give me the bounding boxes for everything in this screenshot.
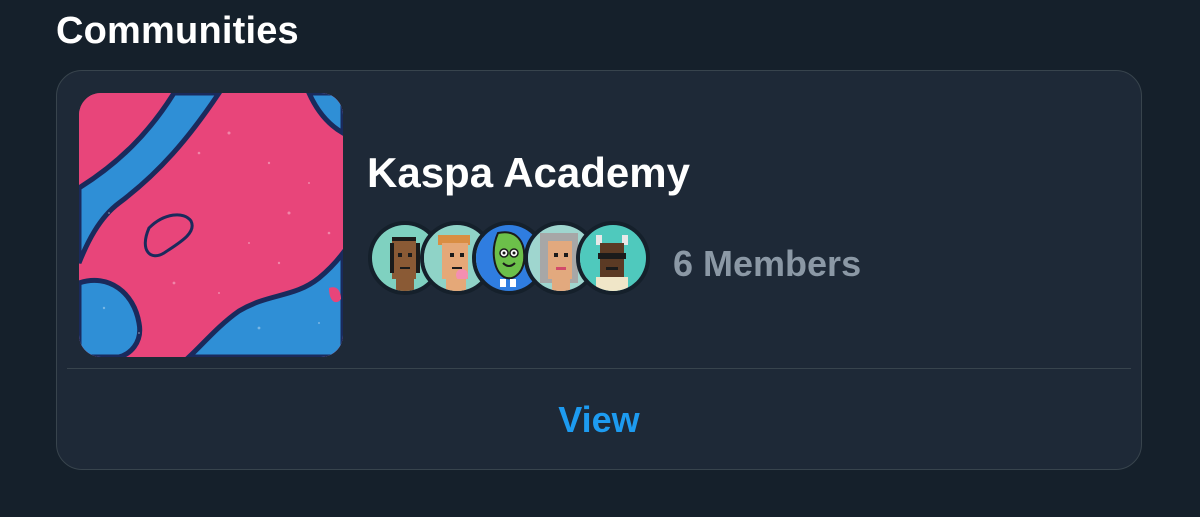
community-name[interactable]: Kaspa Academy bbox=[367, 149, 690, 197]
view-button-label: View bbox=[558, 398, 640, 440]
community-banner-image[interactable] bbox=[79, 93, 343, 357]
horned-sunglasses-pixel-avatar bbox=[576, 221, 650, 295]
section-title: Communities bbox=[56, 10, 299, 52]
member-avatar-stack[interactable] bbox=[368, 221, 658, 301]
view-button[interactable]: View bbox=[57, 369, 1141, 469]
member-count[interactable]: 6 Members bbox=[673, 243, 861, 285]
community-card[interactable]: Kaspa Academy 6 Members View bbox=[56, 70, 1142, 470]
